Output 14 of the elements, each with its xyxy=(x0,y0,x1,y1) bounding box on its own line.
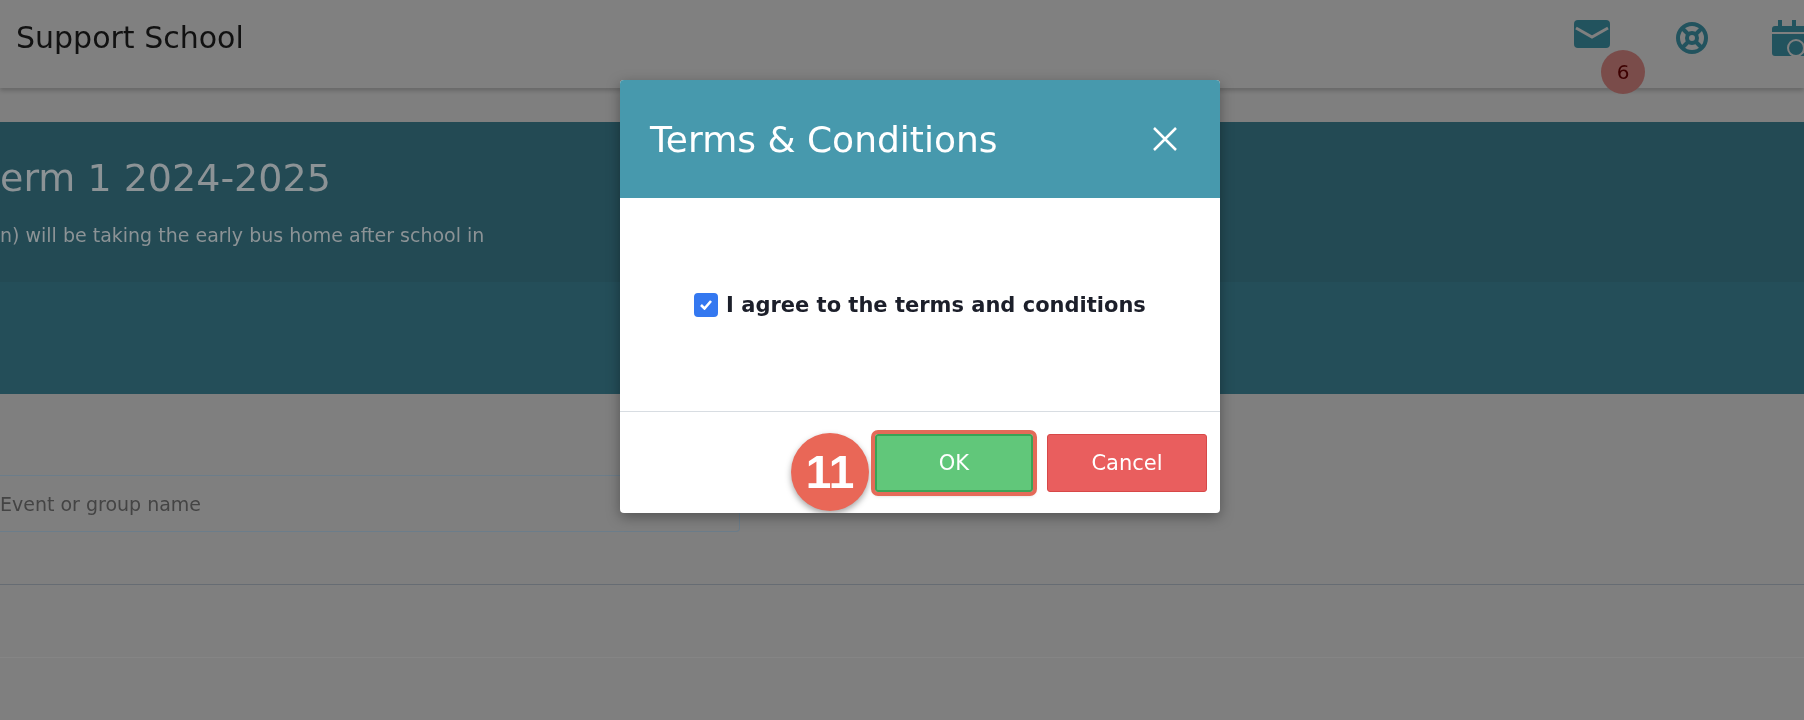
lifebuoy-icon[interactable] xyxy=(1674,20,1710,56)
agree-label: I agree to the terms and conditions xyxy=(726,292,1146,317)
banner-text: n) will be taking the early bus home after school in xyxy=(0,224,486,246)
envelope-icon[interactable] xyxy=(1574,20,1610,48)
close-icon[interactable] xyxy=(1152,126,1178,152)
calendar-icon[interactable] xyxy=(1772,20,1804,56)
banner-title: erm 1 2024-2025 xyxy=(0,156,332,200)
app-title: Support School xyxy=(16,20,244,55)
dialog-title: Terms & Conditions xyxy=(650,118,998,160)
step-marker: 11 xyxy=(791,432,869,511)
checkmark-icon xyxy=(700,299,713,310)
agree-checkbox[interactable] xyxy=(694,292,719,317)
cancel-button[interactable]: Cancel xyxy=(1047,433,1207,492)
message-count-badge: 6 xyxy=(1601,50,1645,94)
